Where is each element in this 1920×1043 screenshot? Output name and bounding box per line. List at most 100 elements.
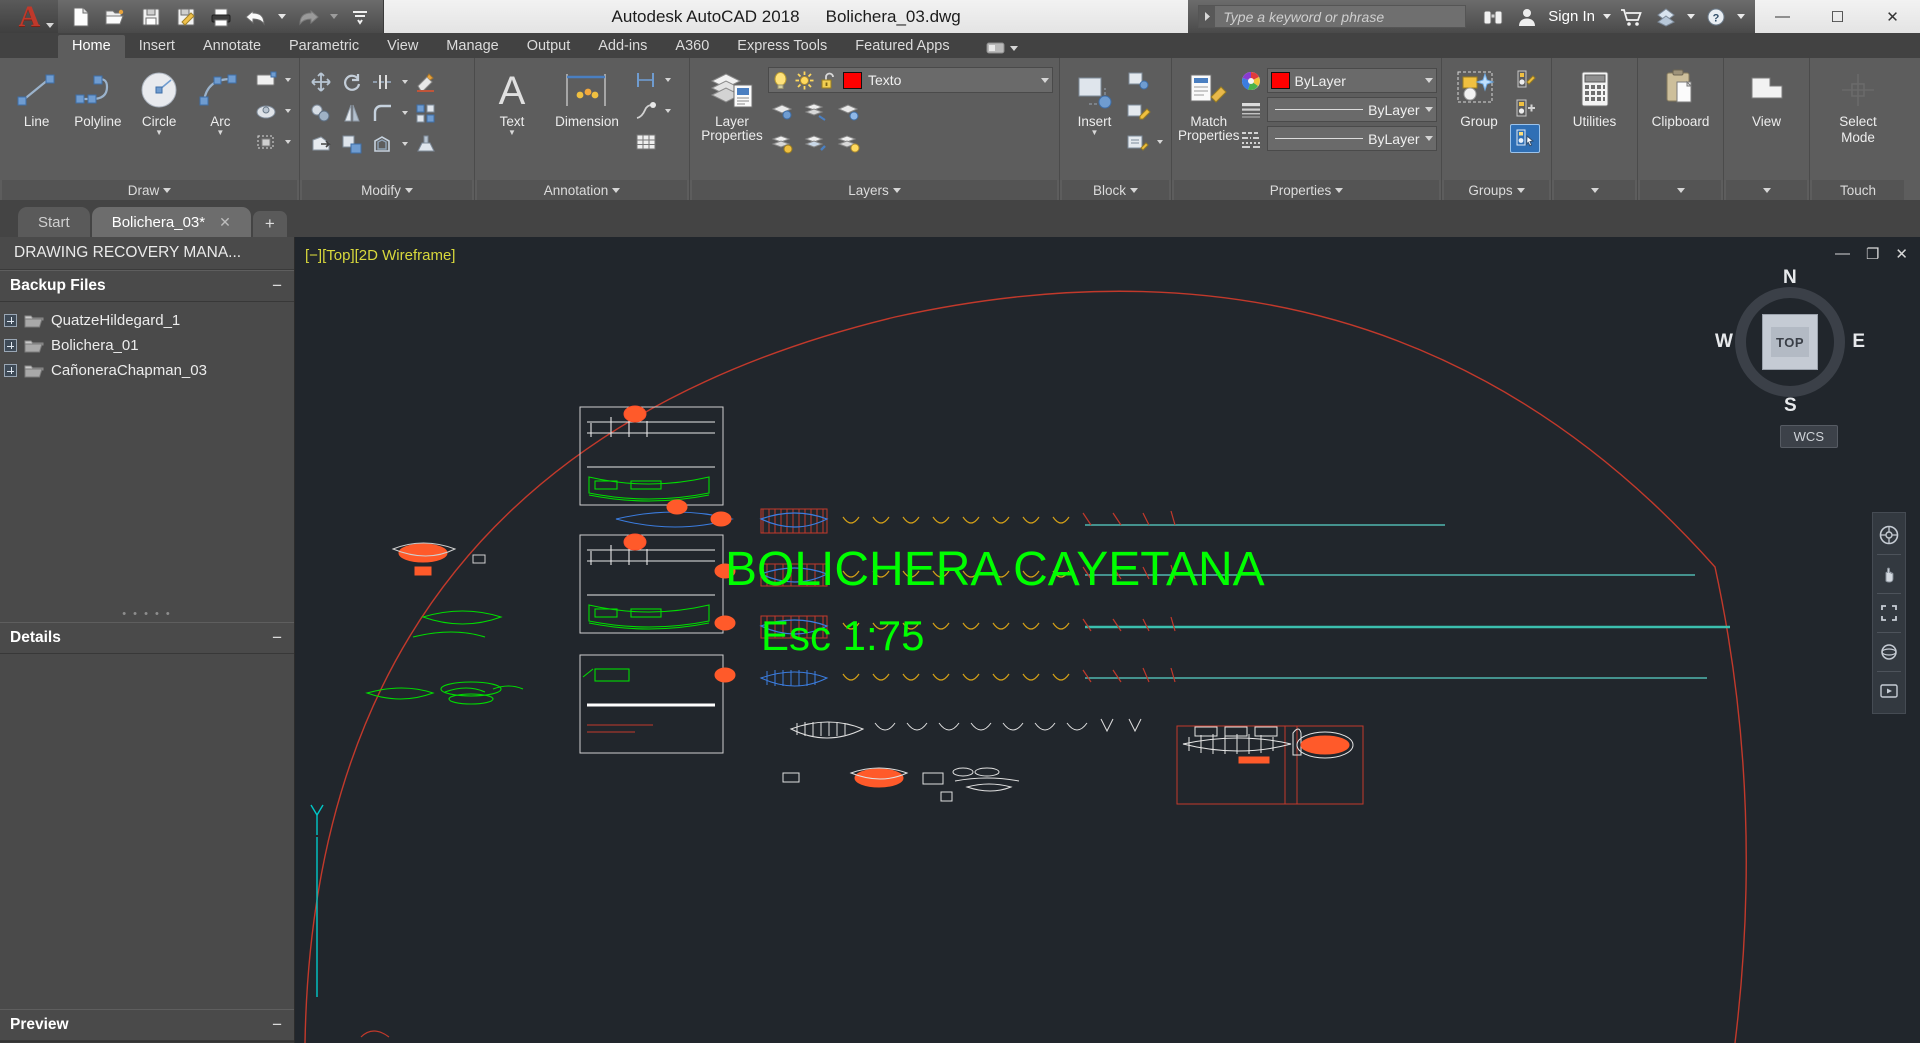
utilities-panel-chevron-icon[interactable] <box>1590 187 1599 193</box>
view-cube-south-label[interactable]: S <box>1784 395 1797 417</box>
panel-label-annotation[interactable]: Annotation <box>477 180 687 200</box>
groups-panel-chevron-icon[interactable] <box>1516 187 1525 193</box>
property-color-swatch[interactable] <box>1270 72 1290 89</box>
maximize-button[interactable]: ☐ <box>1810 0 1865 33</box>
undo-icon[interactable] <box>243 5 269 29</box>
scale-icon[interactable] <box>337 130 367 159</box>
clipboard-panel-chevron-icon[interactable] <box>1676 187 1685 193</box>
group-button[interactable]: Group <box>1448 62 1510 129</box>
panel-label-view[interactable] <box>1726 180 1807 200</box>
panel-label-layers[interactable]: Layers <box>692 180 1057 200</box>
sun-icon[interactable] <box>795 71 814 90</box>
rotate-icon[interactable] <box>337 68 367 97</box>
lightbulb-icon[interactable] <box>772 71 789 90</box>
block-icon[interactable] <box>251 128 281 157</box>
workspace-chevron-icon[interactable] <box>1009 45 1018 51</box>
lineweight-chevron-icon[interactable] <box>1424 107 1433 112</box>
sign-in-chevron-icon[interactable] <box>1603 14 1611 19</box>
panel-label-block[interactable]: Block <box>1062 180 1169 200</box>
help-icon[interactable]: ? <box>1703 5 1729 29</box>
linetype-chevron-icon[interactable] <box>1424 136 1433 141</box>
tab-express-tools[interactable]: Express Tools <box>723 35 841 58</box>
panel-label-utilities[interactable] <box>1554 180 1635 200</box>
application-menu-button[interactable]: A <box>0 0 58 33</box>
search-dropdown-icon[interactable] <box>1199 6 1216 27</box>
list-item[interactable]: Bolichera_01 <box>0 333 294 358</box>
properties-panel-chevron-icon[interactable] <box>1335 187 1344 193</box>
new-tab-button[interactable]: + <box>252 211 287 237</box>
block-dropdown-icon[interactable] <box>282 140 293 144</box>
plus-icon[interactable] <box>4 314 17 327</box>
view-cube-east-label[interactable]: E <box>1852 331 1865 353</box>
close-button[interactable]: ✕ <box>1865 0 1920 33</box>
redo-icon[interactable] <box>295 5 321 29</box>
view-cube-west-label[interactable]: W <box>1715 331 1733 353</box>
block-panel-chevron-icon[interactable] <box>1130 187 1138 193</box>
draw-panel-chevron-icon[interactable] <box>163 187 172 193</box>
workspace-switch-icon[interactable] <box>986 41 1006 55</box>
search-box[interactable] <box>1198 5 1467 28</box>
clipboard-button[interactable]: Clipboard <box>1644 62 1717 129</box>
redo-dropdown-icon[interactable] <box>330 14 338 19</box>
undo-dropdown-icon[interactable] <box>278 14 286 19</box>
leader-dropdown-icon[interactable] <box>662 109 673 113</box>
minus-icon[interactable]: − <box>272 1015 282 1035</box>
erase-icon[interactable] <box>411 68 441 97</box>
current-layer-combo[interactable]: Texto <box>768 67 1053 93</box>
tab-a360[interactable]: A360 <box>661 35 723 58</box>
close-icon[interactable]: ✕ <box>219 214 231 231</box>
color-combo[interactable]: ByLayer <box>1266 68 1437 93</box>
plus-icon[interactable] <box>4 339 17 352</box>
qat-more-icon[interactable] <box>347 5 373 29</box>
tab-annotate[interactable]: Annotate <box>189 35 275 58</box>
ungroup-icon[interactable] <box>1510 94 1540 123</box>
tab-manage[interactable]: Manage <box>432 35 512 58</box>
linear-dimension-dropdown-icon[interactable] <box>662 78 673 82</box>
tab-insert[interactable]: Insert <box>125 35 189 58</box>
binoculars-icon[interactable] <box>1480 5 1506 29</box>
file-tab-start[interactable]: Start <box>18 207 90 237</box>
trim-dropdown-icon[interactable] <box>399 80 410 84</box>
layer-unisolate-icon[interactable] <box>768 128 798 157</box>
offset-dropdown-icon[interactable] <box>399 142 410 146</box>
tab-home[interactable]: Home <box>58 35 125 58</box>
modify-panel-chevron-icon[interactable] <box>404 187 413 193</box>
layers-panel-chevron-icon[interactable] <box>892 187 901 193</box>
select-mode-button[interactable]: Select Mode <box>1816 62 1900 145</box>
layer-freeze-icon[interactable] <box>801 96 831 125</box>
tab-output[interactable]: Output <box>513 35 585 58</box>
tab-add-ins[interactable]: Add-ins <box>584 35 661 58</box>
group-selection-on-off-icon[interactable] <box>1510 123 1540 153</box>
color-chevron-icon[interactable] <box>1424 78 1433 83</box>
unlock-icon[interactable] <box>820 71 837 90</box>
layer-off-icon[interactable] <box>834 96 864 125</box>
edit-block-icon[interactable] <box>1123 97 1153 126</box>
tab-parametric[interactable]: Parametric <box>275 35 373 58</box>
panel-label-modify[interactable]: Modify <box>302 180 472 200</box>
new-icon[interactable] <box>68 5 94 29</box>
dimension-button[interactable]: Dimension <box>543 62 631 129</box>
layer-match-icon[interactable] <box>801 128 831 157</box>
lineweight-combo[interactable]: ByLayer <box>1266 97 1437 122</box>
file-tab-bolichera-03[interactable]: Bolichera_03* ✕ <box>91 207 251 237</box>
trim-icon[interactable] <box>368 68 398 97</box>
copy-icon[interactable] <box>306 99 336 128</box>
autodesk-exchange-icon[interactable] <box>1653 5 1679 29</box>
help-chevron-icon[interactable] <box>1737 14 1745 19</box>
cart-icon[interactable] <box>1619 5 1645 29</box>
panel-label-properties[interactable]: Properties <box>1174 180 1439 200</box>
panel-label-groups[interactable]: Groups <box>1444 180 1549 200</box>
exchange-chevron-icon[interactable] <box>1687 14 1695 19</box>
ellipse-dropdown-icon[interactable] <box>282 109 293 113</box>
minus-icon[interactable]: − <box>272 628 282 648</box>
panel-label-select-mode[interactable]: Touch <box>1812 180 1904 200</box>
text-button[interactable]: A Text ▼ <box>481 62 543 137</box>
group-edit-icon[interactable] <box>1510 65 1540 94</box>
rectangle-icon[interactable] <box>251 66 281 95</box>
fillet-dropdown-icon[interactable] <box>399 111 410 115</box>
layer-chevron-icon[interactable] <box>1041 77 1049 83</box>
circle-button[interactable]: Circle ▼ <box>129 62 190 137</box>
extrude-icon[interactable] <box>411 130 441 159</box>
viewport-minimize-button[interactable]: — <box>1835 245 1850 263</box>
edit-attribute-dropdown-icon[interactable] <box>1154 140 1165 144</box>
